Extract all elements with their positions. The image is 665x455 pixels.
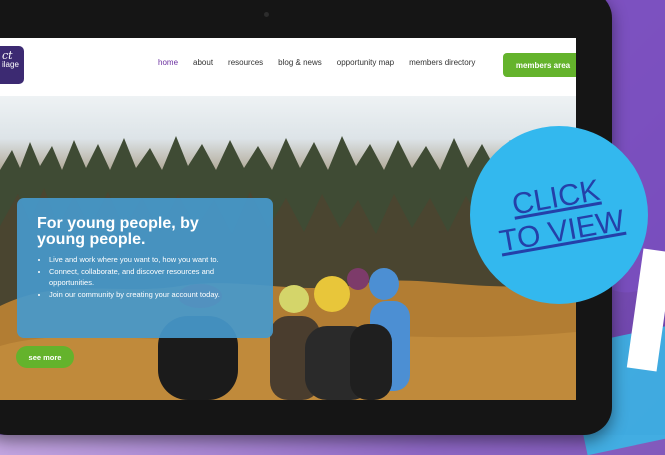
see-more-button[interactable]: see more xyxy=(16,346,74,368)
members-area-button[interactable]: members area xyxy=(503,53,576,77)
hero-title-line1: For young people, by xyxy=(37,215,199,232)
nav-opportunity-map[interactable]: opportunity map xyxy=(337,58,394,67)
site-navbar: ct ilage home about resources blog & new… xyxy=(0,38,576,96)
logo-text-1: ct xyxy=(2,49,13,62)
hero-bullet: Connect, collaborate, and discover resou… xyxy=(49,266,253,289)
hero-title-line2: young people. xyxy=(37,231,146,248)
nav-about[interactable]: about xyxy=(193,58,213,67)
click-to-view-button[interactable]: CLICK TO VIEW xyxy=(470,126,648,304)
webcam-icon xyxy=(264,12,269,17)
nav-home[interactable]: home xyxy=(158,58,178,67)
nav-blog-news[interactable]: blog & news xyxy=(278,58,322,67)
nav-resources[interactable]: resources xyxy=(228,58,263,67)
nav-links: home about resources blog & news opportu… xyxy=(158,58,490,67)
nav-members-directory[interactable]: members directory xyxy=(409,58,475,67)
hero-bullet: Live and work where you want to, how you… xyxy=(49,254,253,266)
click-to-view-text: CLICK TO VIEW xyxy=(491,171,627,260)
hero-bullets: Live and work where you want to, how you… xyxy=(37,254,253,300)
hero-title: For young people, by young people. xyxy=(37,216,253,248)
logo-text-2: ilage xyxy=(2,60,19,69)
site-logo[interactable]: ct ilage xyxy=(0,46,24,84)
hero-bullet: Join our community by creating your acco… xyxy=(49,289,253,301)
hero-info-card: For young people, by young people. Live … xyxy=(17,198,273,338)
